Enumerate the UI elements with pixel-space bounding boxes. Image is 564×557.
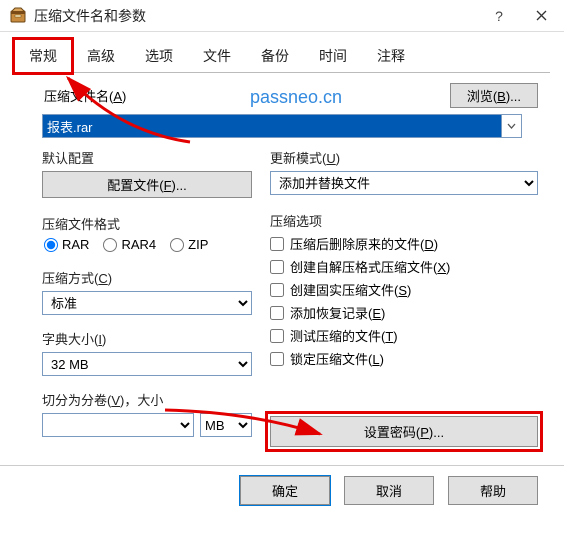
help-button[interactable]: ?	[478, 1, 520, 31]
chevron-down-icon	[507, 121, 516, 132]
tabbar: 常规 高级 选项 文件 备份 时间 注释	[14, 38, 550, 73]
app-icon	[8, 6, 28, 26]
tab-advanced[interactable]: 高级	[72, 39, 130, 73]
watermark: passneo.cn	[250, 87, 342, 108]
split-size-select[interactable]	[42, 413, 194, 437]
dict-select[interactable]: 32 MB	[42, 352, 252, 376]
split-unit-select[interactable]: MB	[200, 413, 252, 437]
update-mode-select[interactable]: 添加并替换文件	[270, 171, 538, 195]
titlebar: 压缩文件名和参数 ?	[0, 0, 564, 32]
browse-button[interactable]: 浏览(B)...	[450, 83, 538, 108]
method-select[interactable]: 标准	[42, 291, 252, 315]
window-title: 压缩文件名和参数	[34, 6, 478, 26]
format-rar4[interactable]: RAR4	[103, 237, 156, 252]
archive-name-input[interactable]	[42, 114, 502, 138]
format-rar[interactable]: RAR	[44, 237, 89, 252]
format-label: 压缩文件格式	[42, 214, 252, 233]
dict-label: 字典大小(I)	[42, 329, 252, 348]
method-label: 压缩方式(C)	[42, 268, 252, 287]
dialog-footer: 确定 取消 帮助	[0, 465, 564, 521]
format-group: RAR RAR4 ZIP	[44, 237, 252, 252]
tab-time[interactable]: 时间	[304, 39, 362, 73]
close-icon	[536, 8, 547, 24]
split-label: 切分为分卷(V)，大小	[42, 390, 252, 409]
opt-lock[interactable]: 锁定压缩文件(L)	[270, 349, 538, 368]
tab-general[interactable]: 常规	[14, 39, 72, 73]
close-button[interactable]	[520, 1, 562, 31]
help-footer-button[interactable]: 帮助	[448, 476, 538, 505]
options-group: 压缩后删除原来的文件(D) 创建自解压格式压缩文件(X) 创建固实压缩文件(S)…	[270, 234, 538, 368]
opt-sfx[interactable]: 创建自解压格式压缩文件(X)	[270, 257, 538, 276]
format-zip[interactable]: ZIP	[170, 237, 208, 252]
set-password-button[interactable]: 设置密码(P)...	[270, 416, 538, 447]
default-profile-label: 默认配置	[42, 148, 252, 167]
opt-recovery[interactable]: 添加恢复记录(E)	[270, 303, 538, 322]
archive-name-label: 压缩文件名(A)	[44, 86, 126, 105]
options-label: 压缩选项	[270, 211, 538, 230]
cancel-button[interactable]: 取消	[344, 476, 434, 505]
opt-solid[interactable]: 创建固实压缩文件(S)	[270, 280, 538, 299]
tab-backup[interactable]: 备份	[246, 39, 304, 73]
tab-files[interactable]: 文件	[188, 39, 246, 73]
opt-test[interactable]: 测试压缩的文件(T)	[270, 326, 538, 345]
update-mode-label: 更新模式(U)	[270, 148, 538, 167]
tab-comment[interactable]: 注释	[362, 39, 420, 73]
opt-delete-after[interactable]: 压缩后删除原来的文件(D)	[270, 234, 538, 253]
ok-button[interactable]: 确定	[240, 476, 330, 505]
tab-options[interactable]: 选项	[130, 39, 188, 73]
archive-name-dropdown[interactable]	[502, 114, 522, 138]
profiles-button[interactable]: 配置文件(F)...	[42, 171, 252, 198]
